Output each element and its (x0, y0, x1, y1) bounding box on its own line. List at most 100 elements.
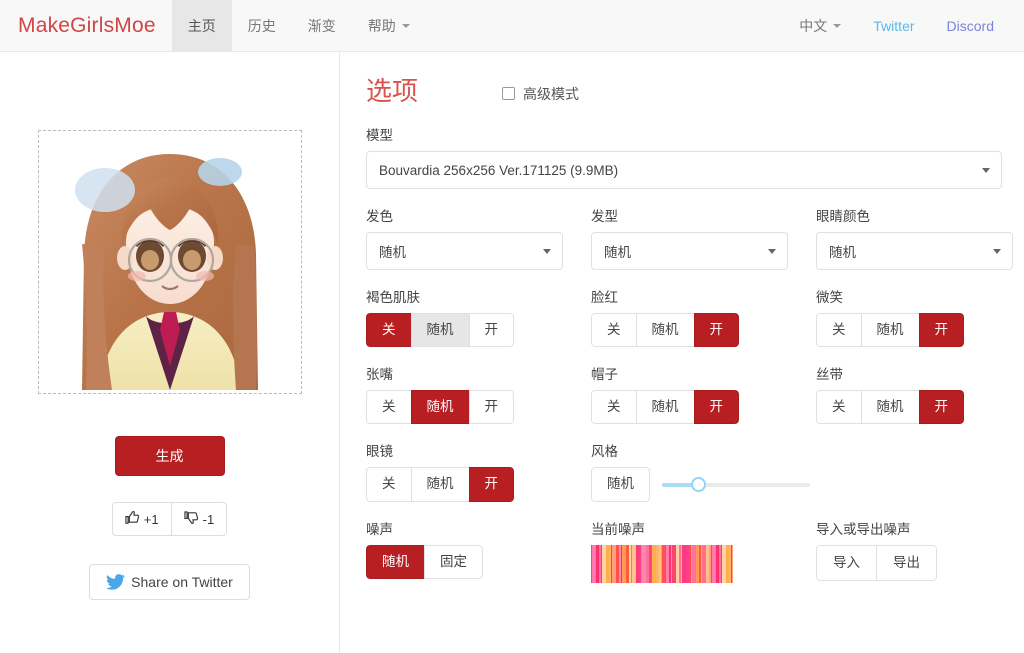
glasses-label: 眼镜 (366, 444, 393, 460)
eye-color-label: 眼睛颜色 (816, 209, 870, 224)
model-field: 模型 Bouvardia 256x256 Ver.171125 (9.9MB) (366, 124, 1024, 189)
dark-skin-label: 褐色肌肤 (366, 290, 420, 305)
thumbs-down-icon (184, 510, 199, 528)
toggle-option-开[interactable]: 开 (468, 313, 514, 348)
eye-color-value: 随机 (829, 245, 856, 260)
toggle-option-关[interactable]: 关 (816, 313, 861, 348)
toggle-option-关[interactable]: 关 (816, 390, 861, 425)
toggle-option-关[interactable]: 关 (366, 467, 411, 502)
toggle-option-关[interactable]: 关 (366, 313, 411, 348)
generated-image-frame[interactable] (37, 130, 302, 394)
noise-row: 噪声 随机 固定 当前噪声 导入或导出噪声 导入 导出 (366, 518, 1024, 583)
dark-skin-toggle[interactable]: 关随机开 (366, 313, 514, 348)
nav-item-language[interactable]: 中文 (783, 0, 857, 51)
model-label: 模型 (366, 128, 393, 143)
hair-color-field: 发色 随机 (366, 205, 591, 270)
noise-option-随机[interactable]: 随机 (366, 544, 424, 579)
generate-button[interactable]: 生成 (114, 436, 225, 476)
upvote-label: +1 (143, 511, 159, 527)
toggle-option-开[interactable]: 开 (468, 467, 514, 502)
options-header: 选项 高级模式 (366, 78, 1024, 104)
toggle-option-随机[interactable]: 随机 (410, 313, 469, 348)
nav-item-history[interactable]: 历史 (232, 0, 292, 51)
options-panel: 选项 高级模式 模型 Bouvardia 256x256 Ver.171125 … (340, 52, 1024, 653)
advanced-mode-checkbox[interactable] (502, 87, 516, 100)
eye-color-field: 眼睛颜色 随机 (816, 205, 1024, 270)
open-mouth-field: 张嘴 关随机开 (366, 363, 591, 425)
nav-item-home[interactable]: 主页 (171, 0, 232, 51)
thumbs-up-icon (125, 510, 140, 528)
style-random-button[interactable]: 随机 (591, 467, 650, 502)
hair-color-select[interactable]: 随机 (366, 232, 563, 270)
blush-toggle[interactable]: 关随机开 (591, 313, 739, 348)
noise-io-label: 导入或导出噪声 (816, 521, 911, 537)
current-noise-label: 当前噪声 (591, 521, 645, 537)
noise-io-group[interactable]: 导入 导出 (816, 544, 937, 581)
hair-style-value: 随机 (604, 245, 631, 260)
toggle-option-随机[interactable]: 随机 (860, 390, 919, 425)
twitter-bird-icon (106, 574, 126, 590)
hair-style-select[interactable]: 随机 (591, 232, 788, 270)
toggle-option-开[interactable]: 开 (918, 313, 964, 348)
nav-link-twitter-label: Twitter (873, 17, 915, 34)
toggle-row-2: 张嘴 关随机开 帽子 关随机开 丝带 关随机开 (366, 363, 1024, 425)
hat-toggle[interactable]: 关随机开 (591, 390, 739, 425)
upvote-button[interactable]: +1 (111, 502, 171, 536)
open-mouth-toggle[interactable]: 关随机开 (366, 390, 514, 425)
nav-item-help-label: 帮助 (367, 17, 396, 34)
nav-item-gradient[interactable]: 渐变 (292, 0, 352, 51)
noise-label: 噪声 (366, 521, 393, 537)
smile-field: 微笑 关随机开 (816, 286, 1024, 348)
downvote-button[interactable]: -1 (170, 502, 228, 536)
nav-item-language-label: 中文 (799, 17, 828, 34)
ribbon-field: 丝带 关随机开 (816, 363, 1024, 425)
toggle-option-开[interactable]: 开 (468, 390, 514, 425)
toggle-option-开[interactable]: 开 (918, 390, 964, 425)
hair-color-value: 随机 (379, 245, 406, 260)
nav-link-discord-label: Discord (946, 17, 994, 34)
toggle-option-随机[interactable]: 随机 (860, 313, 919, 348)
advanced-mode-toggle[interactable]: 高级模式 (502, 84, 579, 104)
ribbon-toggle[interactable]: 关随机开 (816, 390, 964, 425)
ribbon-label: 丝带 (816, 367, 843, 383)
blush-label: 脸红 (591, 290, 618, 305)
blush-field: 脸红 关随机开 (591, 286, 816, 348)
toggle-option-随机[interactable]: 随机 (635, 313, 694, 348)
toggle-option-关[interactable]: 关 (366, 390, 411, 425)
smile-toggle[interactable]: 关随机开 (816, 313, 964, 348)
generated-anime-portrait (41, 134, 298, 390)
nav-link-discord[interactable]: Discord (931, 0, 1010, 51)
hair-style-field: 发型 随机 (591, 205, 816, 270)
noise-option-固定[interactable]: 固定 (424, 544, 483, 579)
toggle-option-随机[interactable]: 随机 (410, 390, 469, 425)
model-select[interactable]: Bouvardia 256x256 Ver.171125 (9.9MB) (366, 151, 1002, 189)
share-on-twitter-label: Share on Twitter (131, 574, 233, 590)
style-slider[interactable] (662, 475, 810, 495)
style-controls: 随机 (591, 467, 991, 502)
hat-label: 帽子 (591, 367, 618, 383)
open-mouth-label: 张嘴 (366, 367, 393, 383)
style-slider-thumb[interactable] (690, 476, 706, 492)
nav-item-help[interactable]: 帮助 (352, 0, 426, 51)
export-noise-button[interactable]: 导出 (876, 544, 937, 581)
current-noise-field: 当前噪声 (591, 518, 816, 583)
toggle-option-关[interactable]: 关 (591, 313, 636, 348)
toggle-option-随机[interactable]: 随机 (410, 467, 469, 502)
chevron-down-icon (401, 23, 410, 28)
brand-logo[interactable]: MakeGirlsMoe (0, 0, 172, 51)
toggle-option-关[interactable]: 关 (591, 390, 636, 425)
toggle-option-开[interactable]: 开 (693, 313, 739, 348)
toggle-option-开[interactable]: 开 (693, 390, 739, 425)
chevron-down-icon (982, 167, 990, 173)
glasses-toggle[interactable]: 关随机开 (366, 467, 514, 502)
eye-color-select[interactable]: 随机 (816, 232, 1013, 270)
chevron-down-icon (543, 248, 551, 254)
share-on-twitter-button[interactable]: Share on Twitter (89, 564, 250, 600)
import-noise-button[interactable]: 导入 (816, 544, 876, 581)
noise-io-field: 导入或导出噪声 导入 导出 (816, 518, 1024, 583)
noise-toggle[interactable]: 随机 固定 (366, 544, 483, 579)
nav-link-twitter[interactable]: Twitter (857, 0, 930, 51)
style-random-toggle[interactable]: 随机 (591, 467, 650, 502)
style-field: 风格 随机 (591, 440, 991, 502)
toggle-option-随机[interactable]: 随机 (635, 390, 694, 425)
